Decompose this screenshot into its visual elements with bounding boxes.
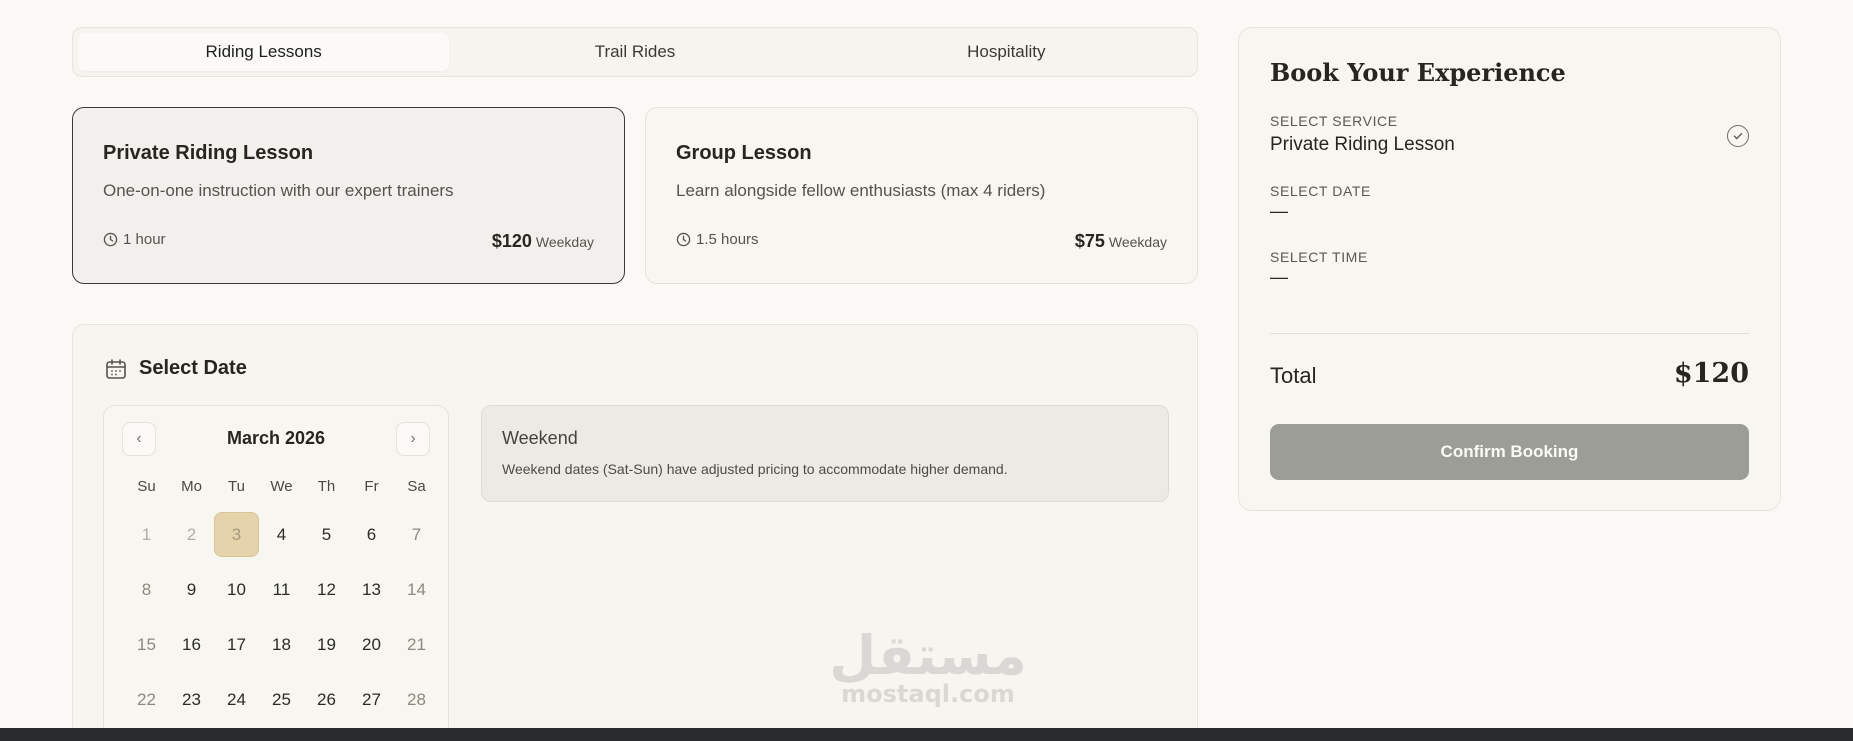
date-section-title: Select Date xyxy=(139,357,247,379)
calendar-day: 1 xyxy=(141,524,152,544)
weekday-label: Fr xyxy=(364,478,379,495)
watermark-latin: mostaql.com xyxy=(841,680,1015,708)
next-month-button[interactable]: › xyxy=(396,422,430,456)
calendar-day[interactable]: 26 xyxy=(304,677,349,722)
os-taskbar xyxy=(0,728,1853,741)
divider xyxy=(1270,333,1749,334)
date-section-header: Select Date xyxy=(105,357,247,380)
service-category-tabs: Riding Lessons Trail Rides Hospitality xyxy=(72,27,1198,77)
calendar-day[interactable]: 27 xyxy=(349,677,394,722)
calendar-day[interactable]: 17 xyxy=(214,622,259,667)
date-value: — xyxy=(1270,201,1288,221)
calendar-day[interactable]: 10 xyxy=(214,567,259,612)
time-label: SELECT TIME xyxy=(1270,249,1368,265)
service-price: $75 Weekday xyxy=(1075,231,1167,252)
weekday-label: Tu xyxy=(228,478,245,495)
calendar-day[interactable]: 4 xyxy=(259,512,304,557)
calendar-day[interactable]: 20 xyxy=(349,622,394,667)
watermark-arabic: مستقل xyxy=(829,624,1027,687)
service-card-private-lesson[interactable]: Private Riding Lesson One-on-one instruc… xyxy=(72,107,625,284)
price-note: Weekday xyxy=(535,234,594,250)
clock-icon xyxy=(676,232,691,247)
booking-title: Book Your Experience xyxy=(1270,58,1566,87)
calendar: ‹ March 2026 › Su Mo Tu We Th Fr Sa 1 2 … xyxy=(103,405,449,741)
service-description: One-on-one instruction with our expert t… xyxy=(103,181,454,200)
calendar-icon xyxy=(106,358,126,379)
calendar-day[interactable]: 11 xyxy=(259,567,304,612)
weekday-label: Mo xyxy=(181,478,202,495)
weekend-pricing-note: Weekend Weekend dates (Sat-Sun) have adj… xyxy=(481,405,1169,502)
weekday-label: Th xyxy=(317,478,336,495)
calendar-day[interactable]: 5 xyxy=(304,512,349,557)
price-note: Weekday xyxy=(1108,234,1167,250)
calendar-day-weekend[interactable]: 15 xyxy=(124,622,169,667)
service-label: SELECT SERVICE xyxy=(1270,113,1398,129)
calendar-day[interactable]: 13 xyxy=(349,567,394,612)
duration-text: 1 hour xyxy=(123,231,166,248)
date-selection-panel: Select Date ‹ March 2026 › Su Mo Tu We T… xyxy=(72,324,1198,741)
weekday-label: Su xyxy=(137,478,156,495)
service-price: $120 Weekday xyxy=(492,231,594,252)
calendar-day[interactable]: 24 xyxy=(214,677,259,722)
total-label: Total xyxy=(1270,363,1317,388)
calendar-day-weekend[interactable]: 8 xyxy=(124,567,169,612)
calendar-day[interactable]: 12 xyxy=(304,567,349,612)
date-label: SELECT DATE xyxy=(1270,183,1371,199)
calendar-day-today: 3 xyxy=(214,512,259,557)
calendar-day-weekend[interactable]: 21 xyxy=(394,622,439,667)
weekday-label: We xyxy=(270,478,293,495)
weekday-label: Sa xyxy=(407,478,426,495)
service-card-group-lesson[interactable]: Group Lesson Learn alongside fellow enth… xyxy=(645,107,1198,284)
total-value: $120 xyxy=(1673,358,1749,389)
time-field: SELECT TIME — xyxy=(1270,249,1749,288)
weekend-note-title: Weekend xyxy=(502,428,578,448)
calendar-day[interactable]: 9 xyxy=(169,567,214,612)
calendar-day[interactable]: 25 xyxy=(259,677,304,722)
service-field: SELECT SERVICE Private Riding Lesson xyxy=(1270,113,1749,156)
calendar-day-weekend[interactable]: 28 xyxy=(394,677,439,722)
booking-summary: Book Your Experience SELECT SERVICE Priv… xyxy=(1238,27,1781,511)
calendar-grid: Su Mo Tu We Th Fr Sa 1 2 3 4 5 6 7 8 9 1… xyxy=(124,478,439,722)
calendar-day-weekend[interactable]: 14 xyxy=(394,567,439,612)
service-duration: 1.5 hours xyxy=(676,231,759,248)
service-value: Private Riding Lesson xyxy=(1270,134,1455,155)
chevron-right-icon: › xyxy=(410,430,416,447)
calendar-day: 2 xyxy=(186,524,197,544)
clock-icon xyxy=(103,232,118,247)
date-field: SELECT DATE — xyxy=(1270,183,1749,222)
check-circle-icon xyxy=(1727,125,1749,147)
duration-text: 1.5 hours xyxy=(696,231,759,248)
calendar-day-weekend[interactable]: 7 xyxy=(394,512,439,557)
calendar-day[interactable]: 18 xyxy=(259,622,304,667)
service-title: Private Riding Lesson xyxy=(103,142,314,164)
time-value: — xyxy=(1270,267,1288,287)
tab-riding-lessons[interactable]: Riding Lessons xyxy=(78,33,450,71)
tab-hospitality[interactable]: Hospitality xyxy=(821,33,1192,71)
weekend-note-text: Weekend dates (Sat-Sun) have adjusted pr… xyxy=(502,461,1008,477)
service-description: Learn alongside fellow enthusiasts (max … xyxy=(676,181,1046,200)
calendar-day-weekend[interactable]: 22 xyxy=(124,677,169,722)
calendar-day[interactable]: 23 xyxy=(169,677,214,722)
calendar-day[interactable]: 19 xyxy=(304,622,349,667)
price-amount: $75 xyxy=(1074,231,1105,251)
watermark-logo: مستقل mostaql.com xyxy=(828,624,1028,709)
tab-trail-rides[interactable]: Trail Rides xyxy=(449,33,820,71)
confirm-booking-button[interactable]: Confirm Booking xyxy=(1270,424,1749,480)
price-amount: $120 xyxy=(491,231,532,251)
calendar-day[interactable]: 16 xyxy=(169,622,214,667)
calendar-day[interactable]: 6 xyxy=(349,512,394,557)
service-title: Group Lesson xyxy=(676,142,812,164)
service-duration: 1 hour xyxy=(103,231,166,248)
